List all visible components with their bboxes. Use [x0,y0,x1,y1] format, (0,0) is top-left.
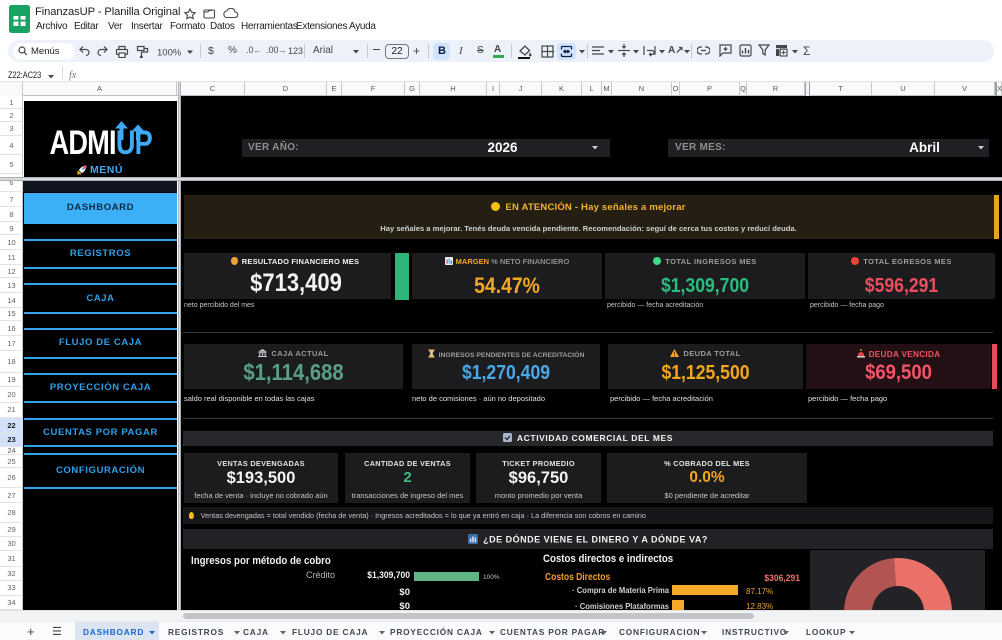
svg-text:100%: 100% [157,48,182,59]
